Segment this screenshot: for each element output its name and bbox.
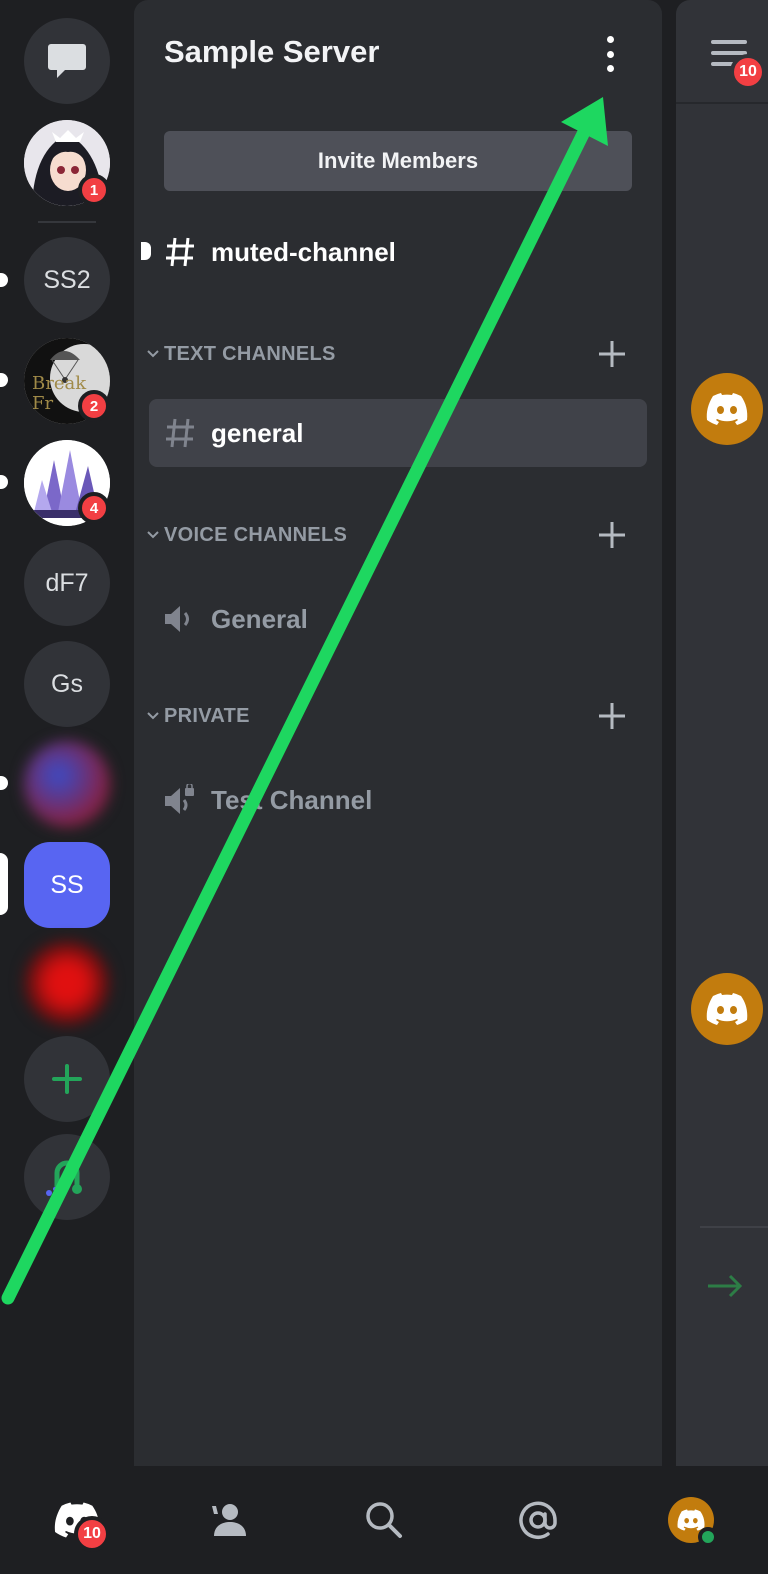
server-icon-blurred-red[interactable] [24, 940, 110, 1026]
chat-panel-edge[interactable]: 10 [676, 0, 768, 1466]
plus-icon [599, 522, 625, 548]
dot [606, 50, 614, 58]
unread-indicator [0, 475, 8, 489]
server-initials: SS2 [43, 265, 91, 294]
speaker-icon [149, 604, 211, 634]
members-badge: 10 [730, 54, 766, 90]
dot [606, 65, 614, 72]
server-name[interactable]: Sample Server [164, 34, 379, 70]
server-rail: 1 SS2 Break Fr 2 4 dF7 Gs SS [0, 0, 134, 1466]
channel-label: Test Channel [211, 784, 373, 815]
tab-home[interactable]: 10 [0, 1466, 154, 1574]
channel-test-channel[interactable]: Test Channel [149, 766, 647, 834]
category-text-channels[interactable]: TEXT CHANNELS [142, 334, 654, 374]
rail-separator [38, 221, 96, 223]
chat-bubble-icon [48, 44, 86, 78]
locked-speaker-icon [149, 784, 211, 816]
category-title: TEXT CHANNELS [164, 342, 336, 365]
profile-avatar [668, 1497, 719, 1547]
unread-indicator [141, 242, 151, 260]
discord-logo-icon [706, 393, 748, 425]
server-icon-breakfree[interactable]: Break Fr 2 [24, 338, 110, 424]
mentions-icon [518, 1501, 557, 1539]
dot [606, 36, 614, 43]
tab-friends[interactable] [154, 1466, 308, 1574]
add-channel-button[interactable] [592, 515, 632, 555]
plus-icon [599, 341, 625, 367]
channel-label: general [211, 417, 304, 448]
tab-profile[interactable] [614, 1466, 768, 1574]
unread-indicator [0, 273, 8, 287]
server-icon-crystals[interactable]: 4 [24, 440, 110, 526]
server-options-button[interactable] [596, 36, 624, 72]
server-icon-anime[interactable]: 1 [24, 120, 110, 206]
server-icon-df7[interactable]: dF7 [24, 540, 110, 626]
explore-servers-button[interactable] [24, 1134, 110, 1220]
discord-logo-icon [677, 1509, 705, 1531]
selected-server-indicator [0, 853, 8, 915]
plus-icon [52, 1064, 82, 1094]
bottom-navigation: 10 [0, 1466, 768, 1574]
hashtag-icon [149, 236, 211, 268]
divider [700, 1226, 768, 1228]
message-avatar[interactable] [691, 373, 763, 445]
unread-indicator [0, 373, 8, 387]
add-channel-button[interactable] [592, 696, 632, 736]
category-private[interactable]: PRIVATE [142, 696, 654, 736]
server-badge: 4 [78, 492, 110, 524]
add-channel-button[interactable] [592, 334, 632, 374]
category-voice-channels[interactable]: VOICE CHANNELS [142, 515, 654, 555]
channel-voice-general[interactable]: General [149, 585, 647, 653]
chevron-down-icon [142, 708, 164, 724]
menu-line [711, 40, 747, 44]
server-icon-gs[interactable]: Gs [24, 641, 110, 727]
tab-mentions[interactable] [461, 1466, 615, 1574]
discover-icon [46, 1160, 82, 1196]
arrow-right-icon [706, 1266, 744, 1309]
direct-messages-button[interactable] [24, 18, 110, 104]
server-icon-ss[interactable]: SS [24, 842, 110, 928]
server-badge: 1 [78, 174, 110, 206]
friends-icon [212, 1504, 247, 1536]
channel-panel: Sample Server Invite Members muted-chann… [134, 0, 662, 1466]
server-initials: dF7 [45, 568, 89, 597]
channel-label: General [211, 603, 308, 634]
server-badge: 2 [78, 390, 110, 422]
unread-indicator [0, 776, 8, 790]
hashtag-icon [149, 417, 211, 449]
search-icon [366, 1502, 402, 1538]
plus-icon [599, 703, 625, 729]
server-initials: SS [50, 870, 84, 899]
category-title: VOICE CHANNELS [164, 523, 348, 546]
channel-general[interactable]: general [149, 399, 647, 467]
category-title: PRIVATE [164, 704, 250, 727]
server-initials: Gs [51, 669, 83, 698]
invite-members-button[interactable]: Invite Members [164, 131, 632, 191]
discord-logo-icon [706, 993, 748, 1025]
online-status-indicator [698, 1527, 719, 1547]
tab-search[interactable] [307, 1466, 461, 1574]
add-server-button[interactable] [24, 1036, 110, 1122]
server-icon-ss2[interactable]: SS2 [24, 237, 110, 323]
home-badge: 10 [74, 1516, 110, 1552]
channel-muted-channel[interactable]: muted-channel [141, 218, 647, 286]
chevron-down-icon [142, 527, 164, 543]
message-avatar[interactable] [691, 973, 763, 1045]
chat-header: 10 [676, 0, 768, 104]
chevron-down-icon [142, 346, 164, 362]
server-icon-blurred[interactable] [24, 741, 110, 827]
channel-label: muted-channel [211, 236, 396, 267]
